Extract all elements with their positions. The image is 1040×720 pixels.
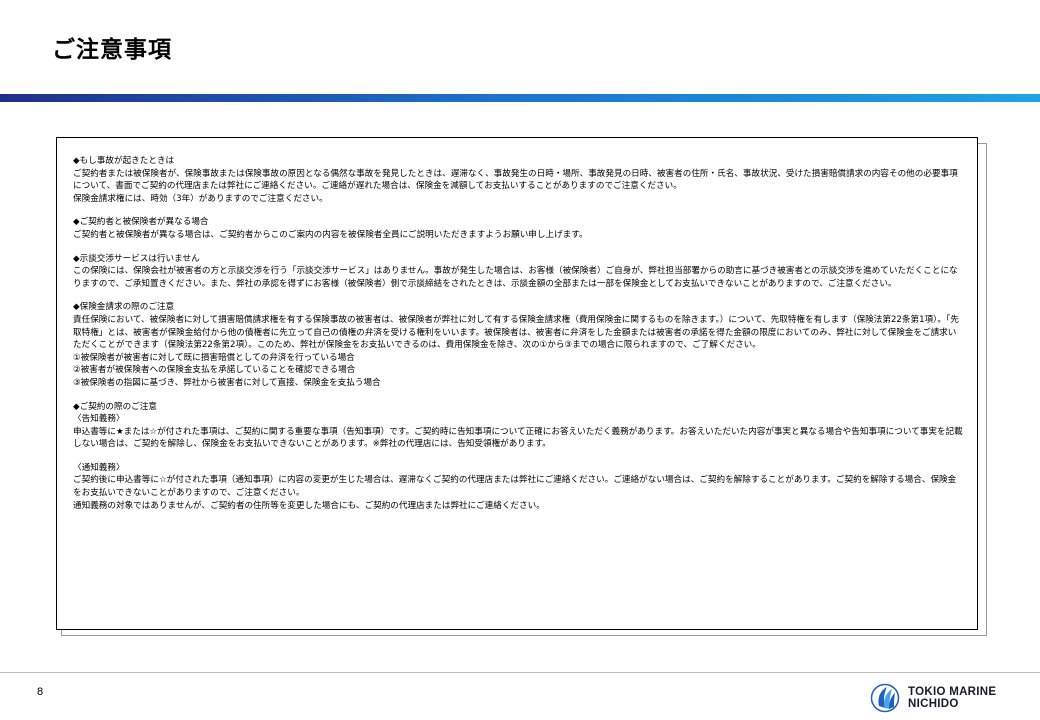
subsection-notification: 〈通知義務〉 ご契約後に申込書等に☆が付された事項（通知事項）に内容の変更が生じ… <box>73 462 963 512</box>
section-title: ◆ご契約の際のご注意 <box>73 401 157 412</box>
section-paragraph: ご契約者と被保険者が異なる場合は、ご契約者からこのご案内の内容を被保険者全員にご… <box>73 229 588 240</box>
page-title: ご注意事項 <box>52 37 172 63</box>
section-paragraph: ご契約後に申込書等に☆が付された事項（通知事項）に内容の変更が生じた場合は、遅滞… <box>73 475 957 499</box>
subsection-disclosure: 〈告知義務〉 申込書等に★または☆が付された事項は、ご契約に関する重要な事項（告… <box>73 413 963 451</box>
section-paragraph: ご契約者または被保険者が、保険事故または保険事故の原因となる偶然な事故を発見した… <box>73 168 958 192</box>
section-different-insured: ◆ご契約者と被保険者が異なる場合 ご契約者と被保険者が異なる場合は、ご契約者から… <box>73 216 963 241</box>
logo-text-line2: NICHIDO <box>908 698 959 710</box>
claim-case-item: ①被保険者が被害者に対して既に損害賠償としての弁済を行っている場合 <box>73 352 355 363</box>
section-paragraph: 申込書等に★または☆が付された事項は、ご契約に関する重要な事項（告知事項）です。… <box>73 426 963 450</box>
company-logo: TOKIO MARINE NICHIDO <box>870 682 1020 714</box>
section-paragraph: 保険金請求権には、時効（3年）がありますのでご注意ください。 <box>73 193 328 204</box>
section-title: ◆示談交渉サービスは行いません <box>73 253 200 264</box>
tokio-marine-mark-icon <box>870 683 900 713</box>
section-paragraph: 通知義務の対象ではありませんが、ご契約者の住所等を変更した場合にも、ご契約の代理… <box>73 500 545 511</box>
section-title: ◆もし事故が起きたときは <box>73 156 175 166</box>
title-gradient-bar <box>0 94 1040 102</box>
section-paragraph: 責任保険において、被保険者に対して損害賠償請求権を有する保険事故の被害者は、被保… <box>73 314 959 351</box>
subsection-title: 〈告知義務〉 <box>73 414 125 425</box>
section-accident: ◆もし事故が起きたときは ご契約者または被保険者が、保険事故または保険事故の原因… <box>73 155 963 205</box>
page-number: 8 <box>37 686 44 698</box>
notes-content-box: ◆もし事故が起きたときは ご契約者または被保険者が、保険事故または保険事故の原因… <box>56 137 978 630</box>
logo-wordmark: TOKIO MARINE NICHIDO <box>908 686 996 710</box>
logo-text-line1: TOKIO MARINE <box>908 686 997 698</box>
claim-case-item: ②被害者が被保険者への保険金支払を承諾していることを確認できる場合 <box>73 365 356 376</box>
subsection-title: 〈通知義務〉 <box>73 462 125 473</box>
section-paragraph: この保険には、保険会社が被害者の方と示談交渉を行う「示談交渉サービス」はありませ… <box>73 266 958 289</box>
claim-case-item: ③被保険者の指図に基づき、弊社から被害者に対して直接、保険金を支払う場合 <box>73 377 381 388</box>
section-claim: ◆保険金請求の際のご注意 責任保険において、被保険者に対して損害賠償請求権を有す… <box>73 301 963 389</box>
section-contract: ◆ご契約の際のご注意 〈告知義務〉 申込書等に★または☆が付された事項は、ご契約… <box>73 401 963 513</box>
section-settlement: ◆示談交渉サービスは行いません この保険には、保険会社が被害者の方と示談交渉を行… <box>73 253 963 291</box>
footer-divider <box>0 672 1040 673</box>
section-title: ◆保険金請求の際のご注意 <box>73 302 175 313</box>
section-title: ◆ご契約者と被保険者が異なる場合 <box>73 217 209 228</box>
